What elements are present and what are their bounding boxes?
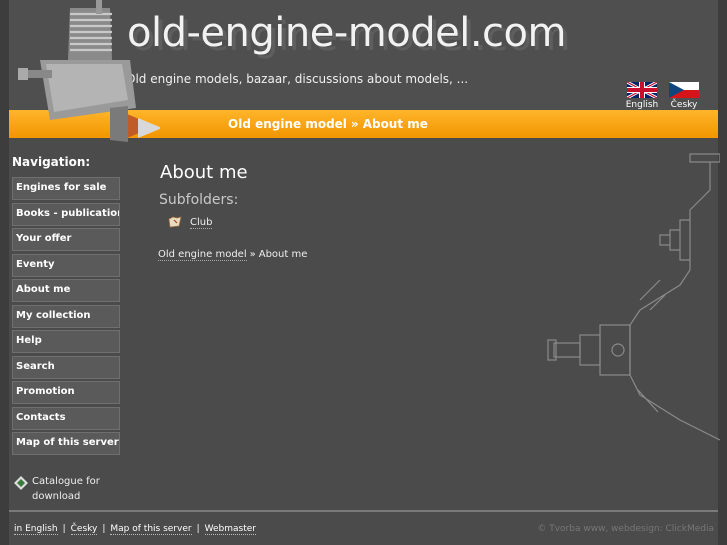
catalogue-label: Catalogue for download: [32, 476, 100, 502]
nav-item-about-me[interactable]: About me: [12, 279, 120, 302]
site-tagline: Old engine models, bazaar, discussions a…: [126, 72, 469, 86]
navigation-menu: Engines for sale Books - publication You…: [12, 177, 120, 458]
footer-divider: [9, 510, 718, 512]
cz-flag-icon: [669, 82, 699, 98]
folder-item-club[interactable]: Club: [168, 216, 213, 229]
engine-blueprint-drawing: [547, 153, 720, 441]
download-icon: [14, 476, 28, 490]
content-breadcrumb: Old engine model» About me: [158, 249, 308, 261]
nav-item-my-collection[interactable]: My collection: [12, 304, 120, 328]
page-title: About me: [160, 162, 248, 183]
nav-item-books-publication[interactable]: Books - publication: [12, 202, 120, 226]
subfolders-heading: Subfolders:: [159, 192, 239, 208]
footer-link-czech[interactable]: Česky: [70, 524, 98, 535]
footer-separator: |: [62, 524, 66, 534]
nav-item-contacts[interactable]: Contacts: [12, 406, 120, 430]
footer-credit[interactable]: © Tvorba www, webdesign: ClickMedia: [537, 524, 714, 534]
breadcrumb-current: About me: [362, 117, 428, 131]
nav-title: Navigation:: [12, 155, 91, 169]
nav-item-your-offer[interactable]: Your offer: [12, 228, 120, 251]
language-english-label: English: [625, 100, 659, 110]
breadcrumb-home-link[interactable]: Old engine model: [228, 117, 347, 131]
language-czech-label: Česky: [670, 100, 698, 110]
content-breadcrumb-current: About me: [258, 249, 308, 260]
footer-separator: |: [102, 524, 106, 534]
catalogue-download-link[interactable]: Catalogue for download: [14, 474, 124, 504]
folder-club-label: Club: [190, 217, 213, 229]
footer-link-english[interactable]: in English: [14, 524, 58, 535]
footer-links: in English | Česky | Map of this server | Webm…: [14, 524, 256, 535]
footer-link-webmaster[interactable]: Webmaster: [204, 524, 256, 535]
nav-item-map-of-server[interactable]: Map of this server: [12, 432, 120, 455]
footer-link-map[interactable]: Map of this server: [110, 524, 192, 535]
breadcrumb-separator: »: [350, 117, 359, 131]
nav-item-help[interactable]: Help: [12, 330, 120, 353]
uk-flag-icon: [627, 82, 657, 98]
language-english[interactable]: English: [624, 82, 660, 110]
nav-item-search[interactable]: Search: [12, 355, 120, 379]
footer-separator: |: [196, 524, 200, 534]
content-breadcrumb-home-link[interactable]: Old engine model: [158, 249, 247, 261]
nav-item-engines-for-sale[interactable]: Engines for sale: [12, 177, 120, 200]
language-czech[interactable]: Česky: [666, 82, 702, 110]
site-title[interactable]: old-engine-model.com: [127, 10, 566, 56]
engine-logo-image[interactable]: [10, 0, 160, 150]
nav-item-eventy[interactable]: Eventy: [12, 253, 120, 277]
content-breadcrumb-separator: »: [249, 249, 256, 260]
nav-item-promotion[interactable]: Promotion: [12, 381, 120, 404]
breadcrumb: Old engine model» About me: [228, 117, 428, 131]
folder-icon: [168, 216, 182, 228]
